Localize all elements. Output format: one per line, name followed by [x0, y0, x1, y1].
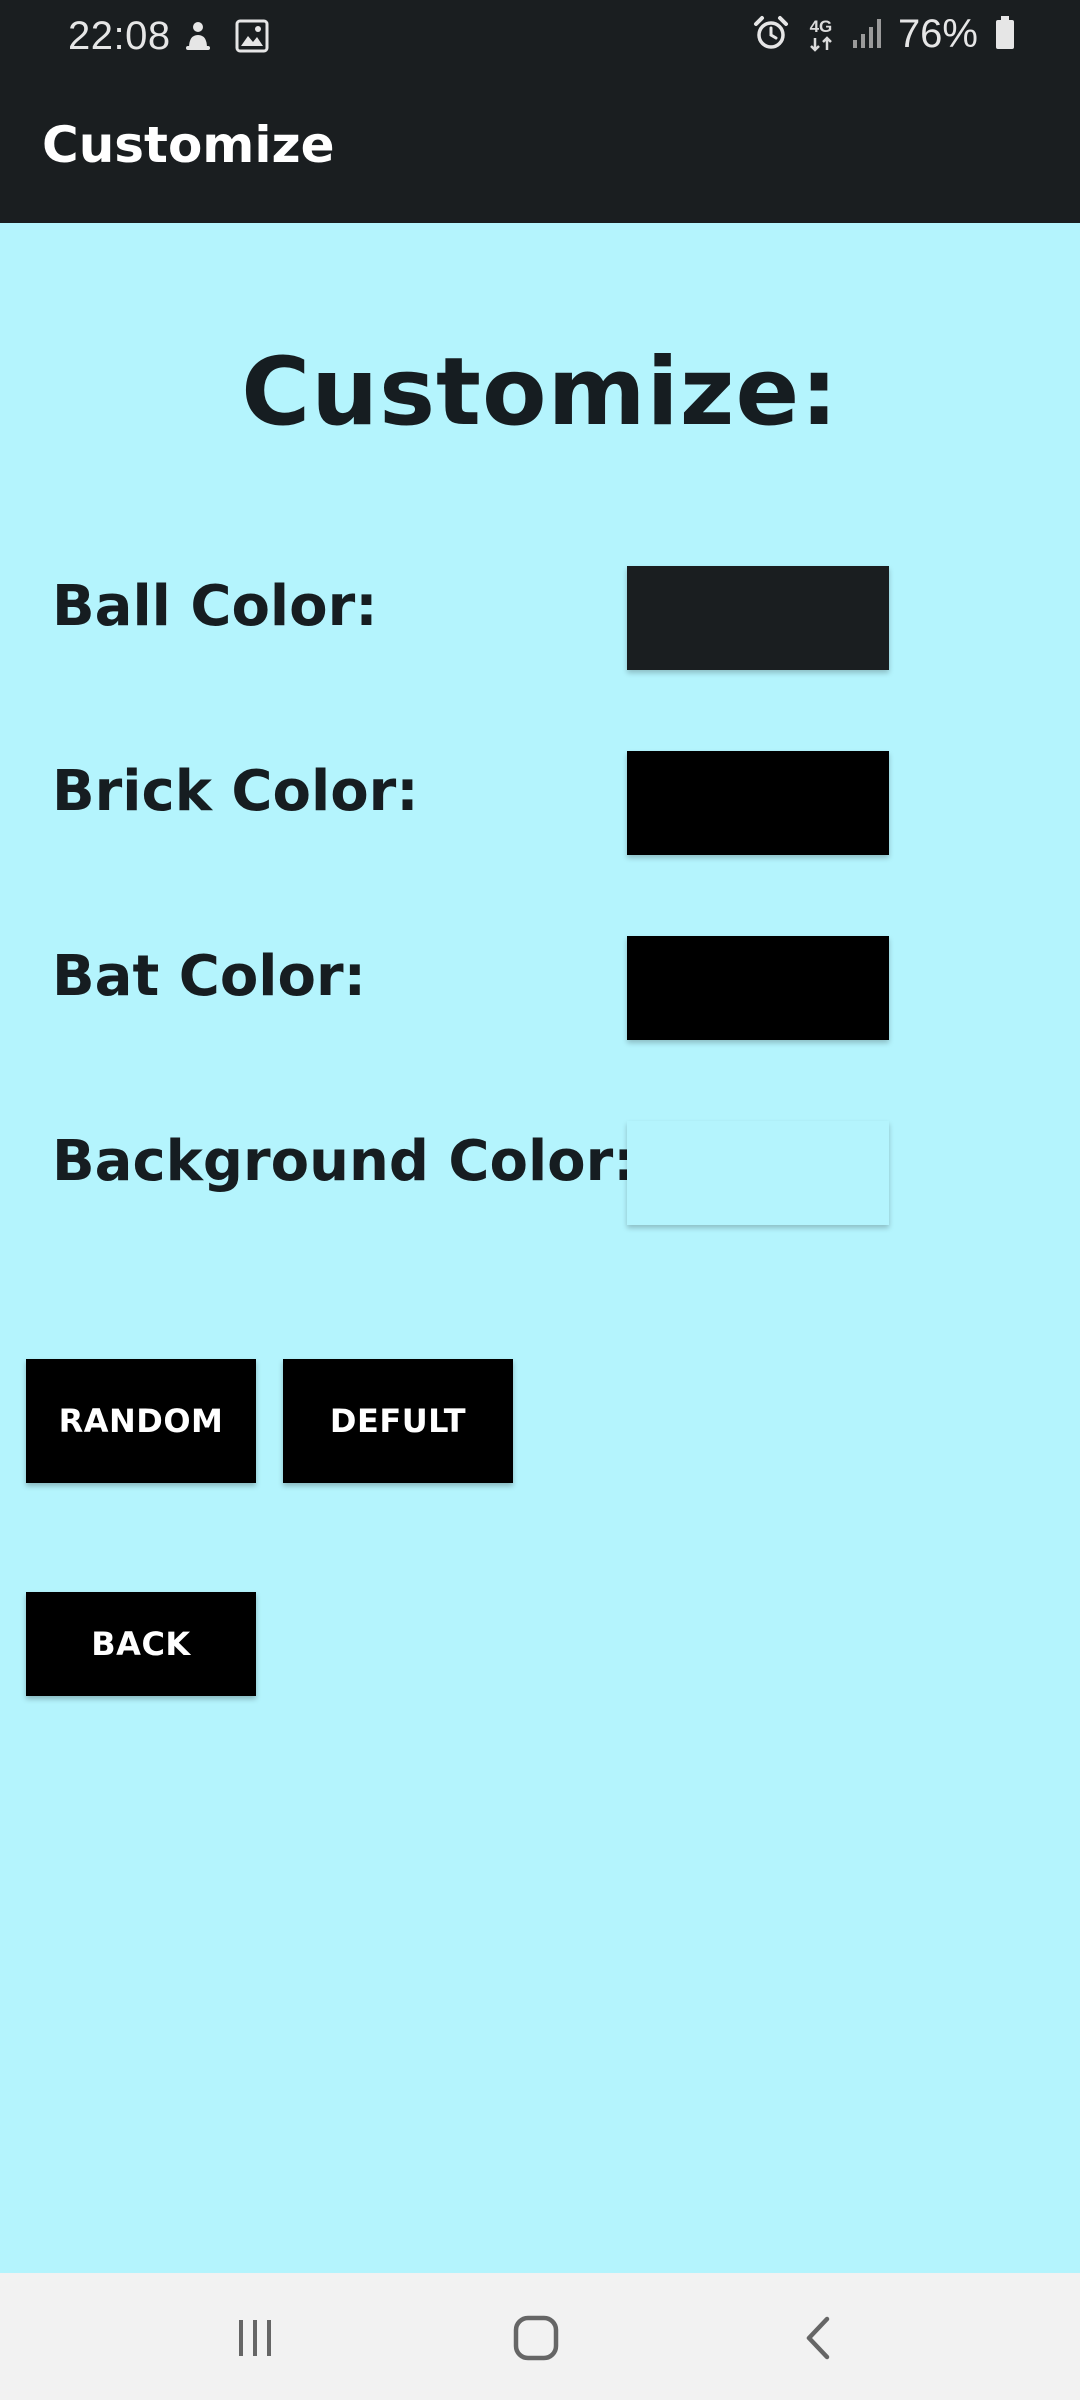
- random-button[interactable]: RANDOM: [26, 1359, 256, 1483]
- bat-color-swatch[interactable]: [627, 936, 889, 1040]
- back-icon[interactable]: [783, 2303, 853, 2373]
- battery-icon: [994, 15, 1016, 55]
- battery-percentage: 76%: [897, 12, 978, 56]
- brick-color-label: Brick Color:: [52, 759, 419, 824]
- app-bar: Customize: [0, 78, 1080, 223]
- download-manager-icon: [183, 18, 213, 58]
- default-button-label: DEFULT: [329, 1402, 467, 1440]
- gallery-icon: [235, 19, 269, 57]
- background-color-swatch[interactable]: [627, 1121, 889, 1225]
- app-bar-title: Customize: [42, 116, 335, 174]
- background-color-label: Background Color:: [52, 1129, 636, 1194]
- page-heading: Customize:: [241, 338, 839, 447]
- status-system-icons: 4G 76%: [752, 12, 1016, 57]
- brick-color-swatch[interactable]: [627, 751, 889, 855]
- signal-icon: [852, 16, 882, 54]
- default-button[interactable]: DEFULT: [283, 1359, 513, 1483]
- ball-color-label: Ball Color:: [52, 574, 378, 639]
- status-notification-icons: [183, 18, 269, 58]
- random-button-label: RANDOM: [58, 1402, 224, 1440]
- network-4g-icon: 4G: [806, 16, 836, 52]
- recent-apps-icon[interactable]: [220, 2303, 290, 2373]
- status-bar: 22:08 4G 76%: [0, 0, 1080, 78]
- status-time: 22:08: [68, 14, 171, 58]
- back-button-label: BACK: [91, 1625, 191, 1663]
- home-icon[interactable]: [501, 2303, 571, 2373]
- network-type-label: 4G: [809, 16, 833, 36]
- ball-color-swatch[interactable]: [627, 566, 889, 670]
- alarm-icon: [752, 14, 790, 56]
- navigation-bar: [0, 2273, 1080, 2400]
- back-button[interactable]: BACK: [26, 1592, 256, 1696]
- bat-color-label: Bat Color:: [52, 944, 366, 1009]
